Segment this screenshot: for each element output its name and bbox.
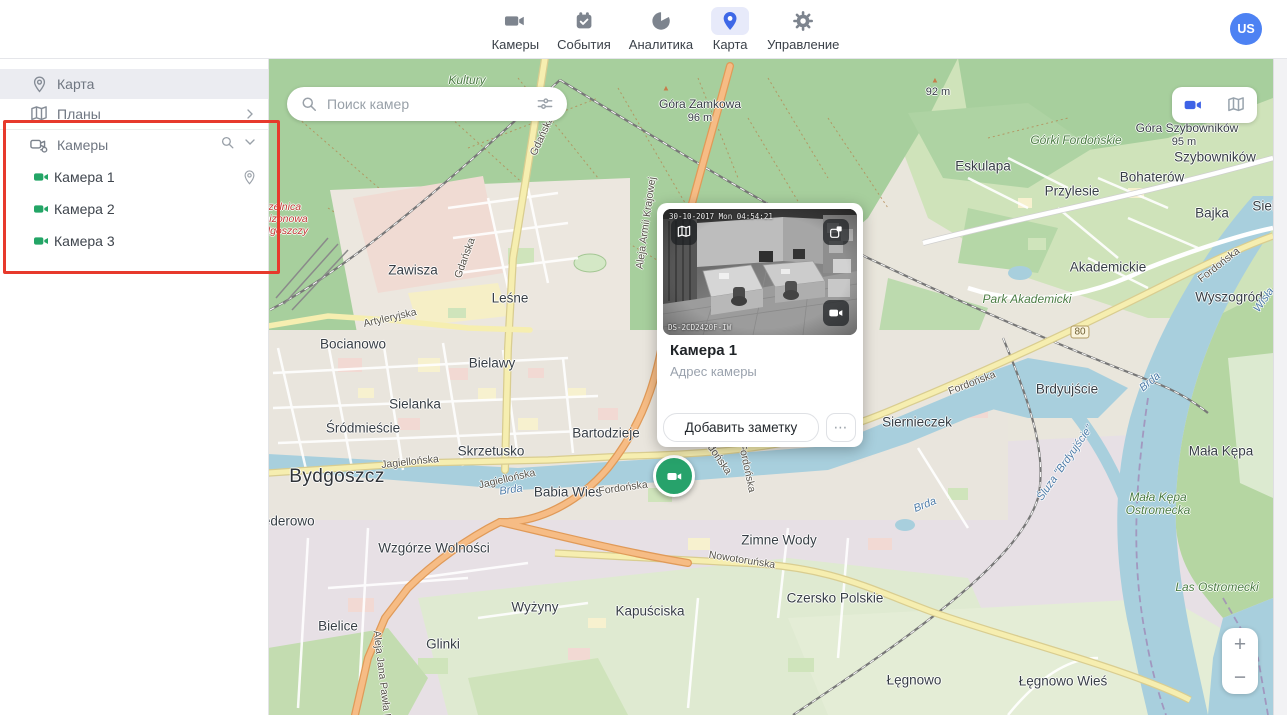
tab-label: Аналитика bbox=[629, 37, 693, 52]
filter-sliders-icon[interactable] bbox=[535, 94, 555, 114]
tab-label: События bbox=[557, 37, 611, 52]
folded-map-icon bbox=[28, 103, 50, 125]
app-body: Карта Планы Камеры bbox=[0, 58, 1287, 715]
tab-events[interactable]: События bbox=[557, 7, 611, 52]
map-pin-icon bbox=[711, 7, 749, 35]
map-zoom-controls: + − bbox=[1222, 628, 1258, 694]
camera-item-label: Камера 1 bbox=[54, 169, 115, 185]
camera-item-label: Камера 3 bbox=[54, 233, 115, 249]
camera-item-label: Камера 2 bbox=[54, 201, 115, 217]
add-note-button[interactable]: Добавить заметку bbox=[663, 413, 819, 442]
detach-preview-button[interactable] bbox=[823, 219, 849, 245]
sidebar-item-label: Планы bbox=[57, 106, 101, 122]
camera-list-item-1[interactable]: Камера 1 bbox=[0, 161, 268, 193]
map-canvas[interactable]: Kultury▲Góra Zamkowa96 m▲92 mGórki Fordo… bbox=[268, 58, 1273, 715]
zoom-in-button[interactable]: + bbox=[1222, 628, 1258, 661]
popup-camera-title: Камера 1 bbox=[670, 342, 737, 359]
search-icon[interactable] bbox=[219, 134, 236, 156]
sidebar-section-label: Камеры bbox=[57, 137, 108, 153]
green-camera-icon bbox=[30, 198, 52, 220]
green-camera-icon bbox=[30, 230, 52, 252]
zoom-out-button[interactable]: − bbox=[1222, 661, 1258, 694]
osd-camera-model: DS-2CD2420F-IW bbox=[668, 323, 731, 332]
analytics-pie-icon bbox=[642, 7, 680, 35]
events-calendar-icon bbox=[565, 7, 603, 35]
gear-icon bbox=[784, 7, 822, 35]
video-camera-icon bbox=[828, 305, 844, 321]
tab-management[interactable]: Управление bbox=[767, 7, 839, 52]
left-sidebar: Карта Планы Камеры bbox=[0, 58, 269, 715]
map-pin-outline-icon bbox=[28, 73, 50, 95]
green-camera-icon bbox=[30, 166, 52, 188]
locate-on-map-pin-icon[interactable] bbox=[241, 169, 258, 186]
top-navigation-bar: Камеры События Аналитика Карта bbox=[0, 0, 1287, 59]
search-icon bbox=[299, 94, 319, 114]
page-scrollbar[interactable] bbox=[1273, 0, 1287, 715]
tab-analytics[interactable]: Аналитика bbox=[629, 7, 693, 52]
map-layer-button[interactable] bbox=[1219, 90, 1253, 120]
sidebar-item-map[interactable]: Карта bbox=[0, 69, 268, 99]
camera-thumbnail[interactable]: 30-10-2017 Mon 04:54:21 DS-2CD2420F-IW bbox=[663, 209, 857, 335]
tab-label: Карта bbox=[713, 37, 748, 52]
sidebar-item-plans[interactable]: Планы bbox=[0, 99, 268, 129]
show-on-plan-button[interactable] bbox=[671, 219, 697, 245]
camera-list-item-3[interactable]: Камера 3 bbox=[0, 225, 268, 257]
map-layer-controls bbox=[1172, 87, 1257, 123]
tab-cameras[interactable]: Камеры bbox=[492, 7, 540, 52]
chevron-right-icon[interactable] bbox=[242, 106, 258, 122]
tab-map[interactable]: Карта bbox=[711, 7, 749, 52]
live-video-button[interactable] bbox=[823, 300, 849, 326]
video-camera-icon bbox=[666, 468, 683, 485]
user-avatar[interactable]: US bbox=[1230, 13, 1262, 45]
sidebar-divider bbox=[0, 129, 268, 130]
camera-map-marker[interactable] bbox=[653, 455, 695, 497]
chevron-down-icon[interactable] bbox=[242, 134, 258, 156]
detach-window-icon bbox=[828, 224, 844, 240]
vms-application: Камеры События Аналитика Карта bbox=[0, 0, 1287, 715]
camera-popup-card: 30-10-2017 Mon 04:54:21 DS-2CD2420F-IW К… bbox=[657, 203, 863, 447]
camera-search-bar bbox=[287, 87, 567, 121]
camera-list-item-2[interactable]: Камера 2 bbox=[0, 193, 268, 225]
cameras-group-icon bbox=[28, 134, 50, 156]
folded-map-icon bbox=[676, 224, 692, 240]
video-camera-icon bbox=[496, 7, 534, 35]
main-tabs: Камеры События Аналитика Карта bbox=[492, 0, 840, 58]
tab-label: Камеры bbox=[492, 37, 540, 52]
sidebar-item-label: Карта bbox=[57, 76, 94, 92]
more-actions-button[interactable]: ⋯ bbox=[826, 413, 856, 442]
cameras-layer-button[interactable] bbox=[1176, 90, 1210, 120]
sidebar-section-cameras[interactable]: Камеры bbox=[0, 131, 268, 159]
popup-camera-address: Адрес камеры bbox=[670, 364, 757, 379]
search-input[interactable] bbox=[325, 95, 535, 113]
tab-label: Управление bbox=[767, 37, 839, 52]
